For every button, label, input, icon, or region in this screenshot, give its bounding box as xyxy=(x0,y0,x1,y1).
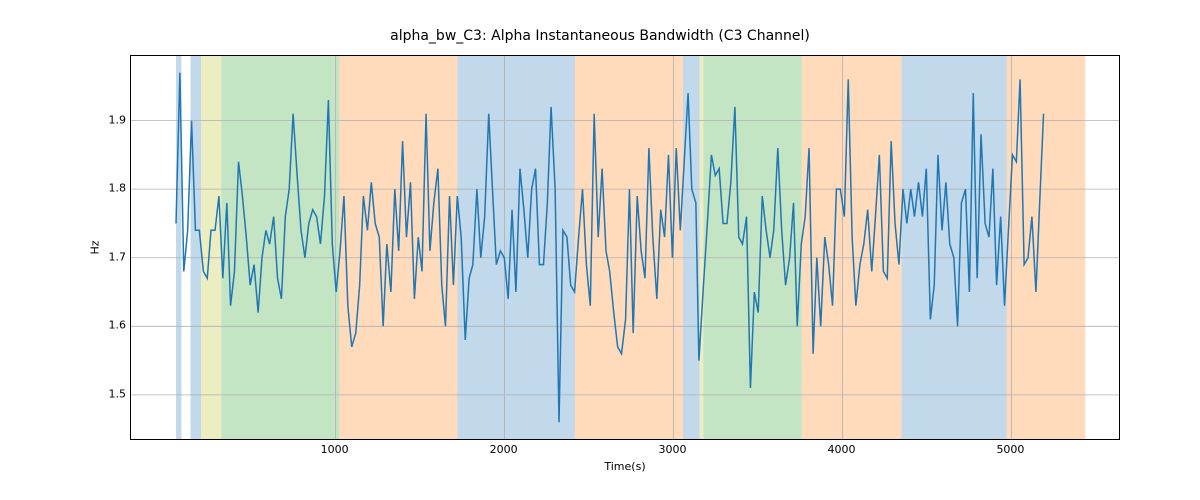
phase-band xyxy=(457,56,574,440)
phase-band xyxy=(191,56,201,440)
phase-band xyxy=(703,56,801,440)
phase-band xyxy=(700,56,704,440)
chart-title: alpha_bw_C3: Alpha Instantaneous Bandwid… xyxy=(0,28,1200,44)
phase-band xyxy=(802,56,902,440)
phase-band xyxy=(201,56,221,440)
figure: alpha_bw_C3: Alpha Instantaneous Bandwid… xyxy=(0,0,1200,500)
y-tick-label: 1.9 xyxy=(100,113,126,126)
x-tick-label: 2000 xyxy=(490,443,518,456)
chart-svg xyxy=(131,56,1120,440)
y-tick-label: 1.6 xyxy=(100,319,126,332)
phase-band xyxy=(221,56,339,440)
chart-axes xyxy=(130,55,1120,440)
y-tick-label: 1.5 xyxy=(100,387,126,400)
x-tick-label: 5000 xyxy=(996,443,1024,456)
y-tick-label: 1.8 xyxy=(100,182,126,195)
y-tick-label: 1.7 xyxy=(100,250,126,263)
x-tick-label: 3000 xyxy=(659,443,687,456)
phase-band xyxy=(690,56,699,440)
phase-band xyxy=(902,56,1007,440)
x-tick-label: 4000 xyxy=(828,443,856,456)
x-tick-label: 1000 xyxy=(321,443,349,456)
x-axis-label: Time(s) xyxy=(130,460,1120,473)
